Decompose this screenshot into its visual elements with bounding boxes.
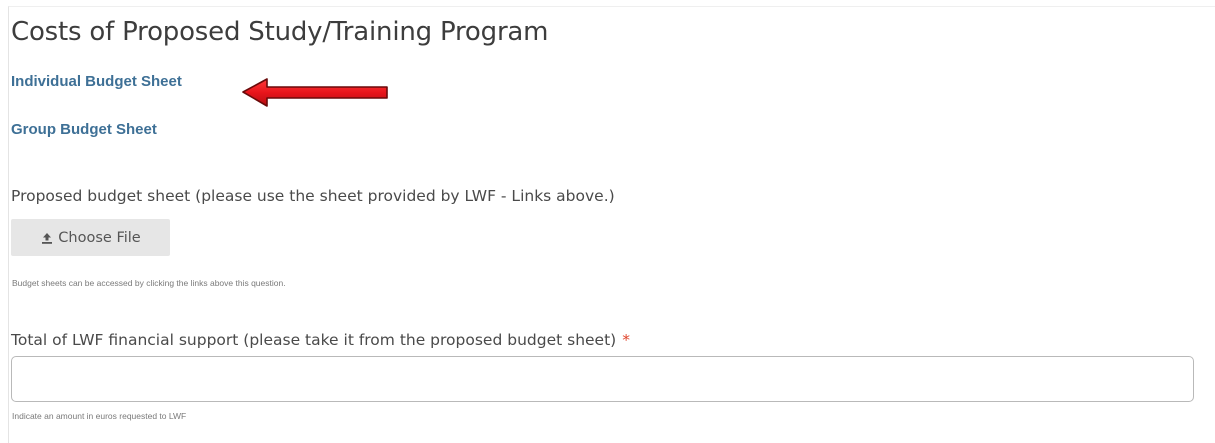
section-title: Costs of Proposed Study/Training Program [11, 17, 549, 47]
upload-icon [42, 232, 53, 244]
individual-budget-sheet-link[interactable]: Individual Budget Sheet [11, 73, 182, 90]
choose-file-label: Choose File [58, 229, 141, 246]
budget-sheet-help-text: Budget sheets can be accessed by clickin… [12, 278, 286, 288]
group-budget-sheet-link[interactable]: Group Budget Sheet [11, 121, 157, 138]
required-marker: * [622, 331, 630, 349]
total-support-label: Total of LWF financial support (please t… [11, 331, 630, 349]
red-arrow-icon [242, 78, 388, 107]
total-support-label-text: Total of LWF financial support (please t… [11, 331, 617, 349]
budget-sheet-label: Proposed budget sheet (please use the sh… [11, 187, 615, 205]
total-support-input[interactable] [11, 356, 1194, 402]
total-support-help-text: Indicate an amount in euros requested to… [12, 411, 187, 421]
choose-file-button[interactable]: Choose File [11, 219, 170, 256]
